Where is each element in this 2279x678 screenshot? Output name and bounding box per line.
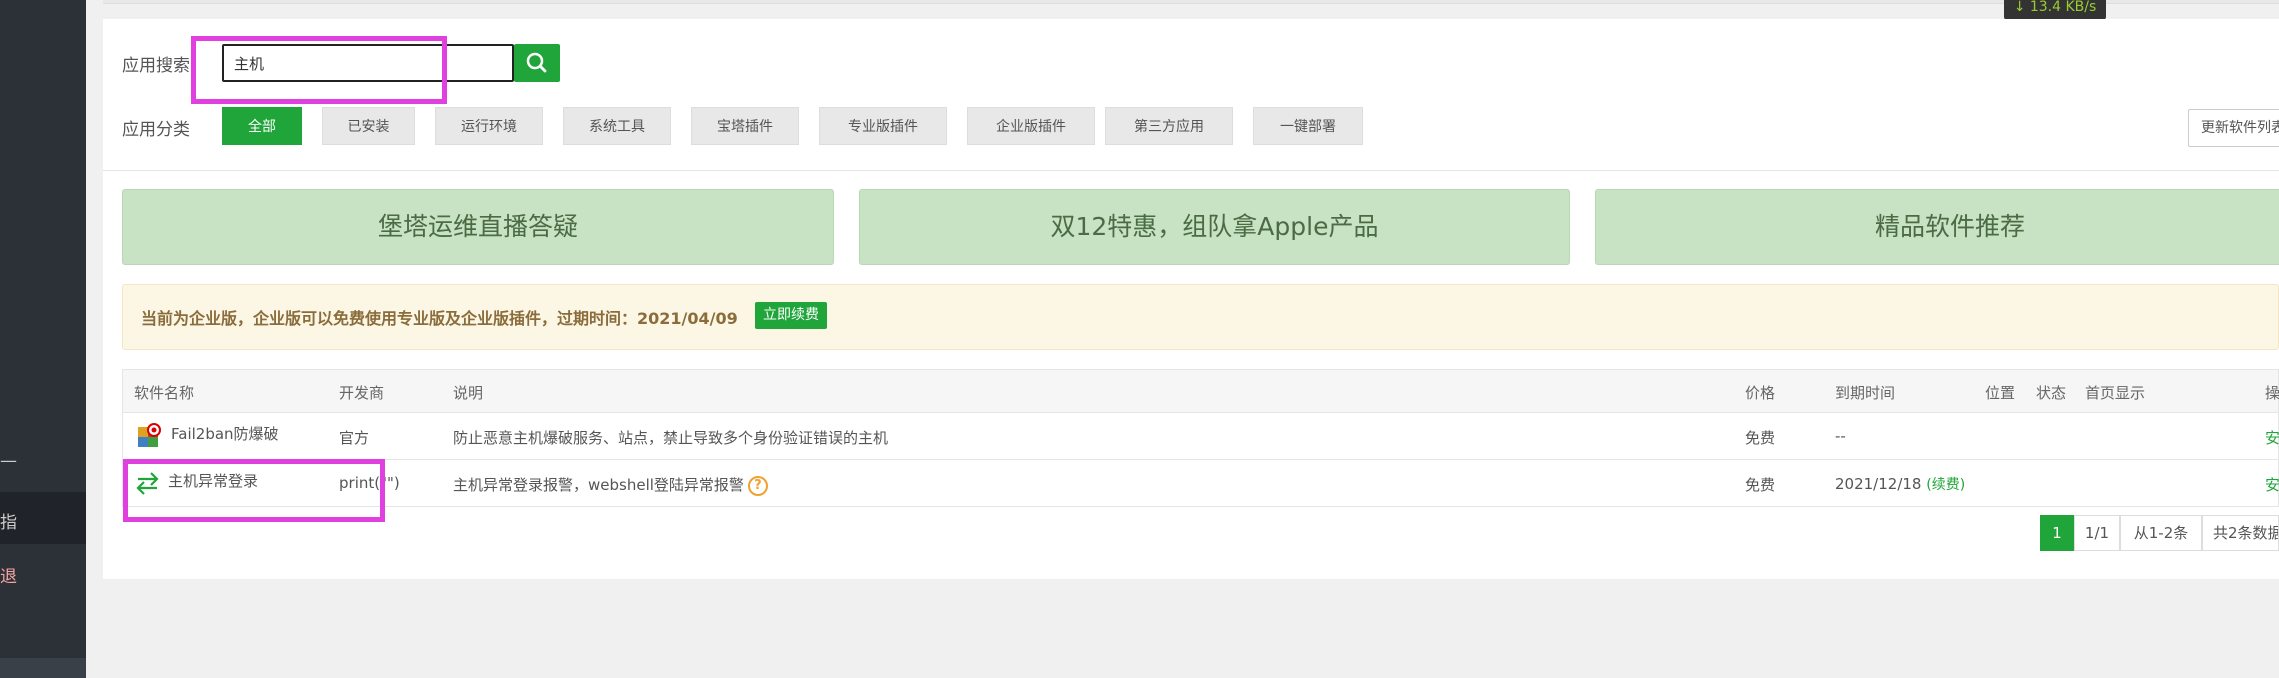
page-total: 共2条数据	[2202, 515, 2279, 551]
category-bt-plugins[interactable]: 宝塔插件	[691, 107, 799, 145]
sidebar-item-partial[interactable]: —	[0, 435, 86, 487]
search-highlight-box	[191, 36, 447, 104]
expire-time: 2021/12/18	[1835, 475, 1922, 493]
header-status: 状态	[2036, 384, 2067, 402]
sidebar-footer	[0, 658, 86, 678]
header-expire: 到期时间	[1835, 384, 1896, 402]
developer-highlight-box	[123, 459, 385, 522]
sidebar-item-label: 退	[0, 567, 17, 587]
category-label: 应用分类	[122, 120, 190, 140]
sidebar-item-logout[interactable]: 退	[0, 546, 86, 598]
expire-time-cell: 2021/12/18 (续费)	[1835, 474, 1965, 494]
header-price: 价格	[1745, 384, 1776, 402]
category-one-click-deploy[interactable]: 一键部署	[1253, 107, 1363, 145]
enterprise-notice: 当前为企业版，企业版可以免费使用专业版及企业版插件，过期时间：2021/04/0…	[122, 284, 2279, 350]
software-table: 软件名称 开发商 说明 价格 到期时间 位置 状态 首页显示 操作 Fail2b…	[122, 369, 2279, 507]
category-third-party[interactable]: 第三方应用	[1105, 107, 1233, 145]
price: 免费	[1745, 429, 1776, 447]
divider	[103, 170, 2279, 171]
software-name[interactable]: Fail2ban防爆破	[171, 423, 279, 444]
sidebar: — 指 退	[0, 0, 86, 678]
header-action: 操作	[2265, 384, 2279, 402]
sidebar-item-label: —	[0, 451, 17, 471]
install-link[interactable]: 安装	[2265, 474, 2279, 495]
table-header: 软件名称 开发商 说明 价格 到期时间 位置 状态 首页显示 操作	[123, 370, 2279, 413]
search-button[interactable]	[514, 44, 560, 82]
category-all[interactable]: 全部	[222, 107, 302, 145]
page-count: 1/1	[2074, 515, 2120, 551]
price: 免费	[1745, 476, 1776, 494]
top-stripe	[103, 0, 2279, 4]
header-position: 位置	[1985, 384, 2016, 402]
renew-link[interactable]: (续费)	[1926, 477, 1965, 493]
table-row: 主机异常登录 print("") 主机异常登录报警，webshell登陆异常报警…	[123, 460, 2279, 507]
notice-text: 当前为企业版，企业版可以免费使用专业版及企业版插件，过期时间：2021/04/0…	[141, 309, 738, 328]
category-runtime[interactable]: 运行环境	[435, 107, 543, 145]
header-home-display: 首页显示	[2085, 384, 2146, 402]
table-row: Fail2ban防爆破 官方 防止恶意主机爆破服务、站点，禁止导致多个身份验证错…	[123, 413, 2279, 460]
category-system-tools[interactable]: 系统工具	[563, 107, 671, 145]
description: 主机异常登录报警，webshell登陆异常报警	[453, 476, 744, 494]
header-description: 说明	[453, 384, 484, 402]
page-range: 从1-2条	[2120, 515, 2202, 551]
banner-live-qa[interactable]: 堡塔运维直播答疑	[122, 189, 834, 265]
expire-time: --	[1835, 427, 1846, 445]
sidebar-item-guide[interactable]: 指	[0, 492, 86, 544]
help-icon[interactable]: ?	[747, 475, 768, 496]
install-link[interactable]: 安装	[2265, 427, 2279, 448]
category-pro-plugins[interactable]: 专业版插件	[819, 107, 947, 145]
description-cell: 主机异常登录报警，webshell登陆异常报警?	[453, 474, 768, 496]
banner-double12-promo[interactable]: 双12特惠，组队拿Apple产品	[859, 189, 1570, 265]
fail2ban-icon	[137, 423, 161, 453]
update-software-list-button[interactable]: 更新软件列表	[2188, 109, 2279, 147]
search-icon	[526, 52, 547, 73]
renew-now-button[interactable]: 立即续费	[755, 302, 827, 329]
sidebar-item-label: 指	[0, 513, 17, 533]
search-label: 应用搜索	[122, 56, 190, 76]
header-name: 软件名称	[134, 384, 195, 402]
description: 防止恶意主机爆破服务、站点，禁止导致多个身份验证错误的主机	[453, 429, 889, 447]
page-current[interactable]: 1	[2040, 515, 2074, 551]
header-developer: 开发商	[339, 384, 385, 402]
net-speed-indicator: ↓ 13.4 KB/s	[2004, 0, 2106, 20]
category-enterprise-plugins[interactable]: 企业版插件	[967, 107, 1095, 145]
banner-recommended-software[interactable]: 精品软件推荐	[1595, 189, 2279, 265]
developer: 官方	[339, 429, 370, 447]
category-installed[interactable]: 已安装	[322, 107, 415, 145]
